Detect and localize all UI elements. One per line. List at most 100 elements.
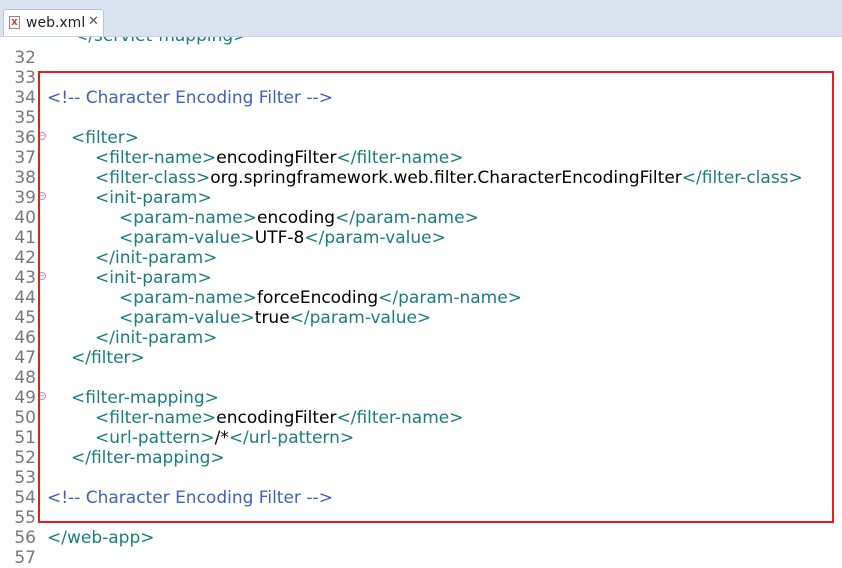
xml-text: forceEncoding — [257, 288, 379, 308]
code-line: 52 </filter-mapping> — [0, 448, 842, 468]
xml-tag: <filter-class> — [95, 168, 211, 188]
code-content: <param-value>UTF-8</param-value> — [119, 228, 446, 248]
xml-tag: <param-name> — [119, 288, 258, 308]
code-line: 53 — [0, 468, 842, 488]
line-number: 46 — [14, 328, 36, 348]
fold-marker-icon[interactable]: − — [38, 272, 46, 280]
xml-text: org.springframework.web.filter.Character… — [210, 168, 682, 188]
line-number: 56 — [14, 528, 36, 548]
xml-tag: </param-name> — [335, 208, 479, 228]
xml-tag: </init-param> — [95, 248, 218, 268]
code-content: <filter-mapping> — [71, 388, 219, 408]
line-number: 55 — [14, 508, 36, 528]
close-tab-icon[interactable]: ✕ — [88, 14, 99, 29]
code-content: <filter-name>encodingFilter</filter-name… — [95, 148, 464, 168]
xml-file-icon: X — [9, 16, 20, 29]
code-content: <init-param> — [95, 188, 212, 208]
line-number: 36 — [14, 128, 36, 148]
xml-tag: <init-param> — [95, 268, 212, 288]
code-content: </filter> — [71, 348, 145, 368]
code-line: 45 <param-value>true</param-value> — [0, 308, 842, 328]
line-number: 33 — [14, 68, 36, 88]
xml-text: encodingFilter — [216, 408, 337, 428]
xml-tag: </filter-name> — [336, 408, 464, 428]
line-number: 40 — [14, 208, 36, 228]
code-line: 33 — [0, 68, 842, 88]
line-number: 38 — [14, 168, 36, 188]
code-line: 51 <url-pattern>/*</url-pattern> — [0, 428, 842, 448]
code-content: </init-param> — [95, 248, 217, 268]
code-line: 56 </web-app> — [0, 528, 842, 548]
code-line: 54 <!-- Character Encoding Filter --> — [0, 488, 842, 508]
line-number: 51 — [14, 428, 36, 448]
line-number: 44 — [14, 288, 36, 308]
xml-tag: </filter-mapping> — [71, 448, 225, 468]
code-editor[interactable]: 32 33 34 <!-- Character Encoding Filter -->… — [0, 37, 842, 568]
line-number: 41 — [14, 228, 36, 248]
code-content: </filter-mapping> — [71, 448, 225, 468]
xml-tag: <init-param> — [95, 188, 212, 208]
line-number: 57 — [14, 548, 36, 568]
tab-web-xml[interactable]: X web.xml ✕ — [3, 9, 104, 36]
code-content: <param-name>encoding</param-name> — [119, 208, 479, 228]
xml-text: UTF-8 — [254, 228, 305, 248]
xml-comment: <!-- Character Encoding Filter --> — [47, 488, 333, 508]
code-content: </init-param> — [95, 328, 217, 348]
code-line: 38 <filter-class>org.springframework.web.… — [0, 168, 842, 188]
line-number: 49 — [14, 388, 36, 408]
code-line: 46 </init-param> — [0, 328, 842, 348]
xml-tag: </url-pattern> — [228, 428, 355, 448]
fold-marker-icon[interactable]: − — [38, 132, 46, 140]
line-number: 32 — [14, 48, 36, 68]
code-content: <!-- Character Encoding Filter --> — [47, 488, 333, 508]
xml-tag: </filter> — [71, 348, 145, 368]
code-line: 43− <init-param> — [0, 268, 842, 288]
code-line: 40 <param-name>encoding</param-name> — [0, 208, 842, 228]
code-content: <init-param> — [95, 268, 212, 288]
line-number: 43 — [14, 268, 36, 288]
code-content: <param-value>true</param-value> — [119, 308, 431, 328]
fold-marker-icon[interactable]: − — [38, 392, 46, 400]
xml-tag: <filter> — [71, 128, 140, 148]
xml-text: /* — [214, 428, 229, 448]
line-number: 45 — [14, 308, 36, 328]
code-line: 35 — [0, 108, 842, 128]
tab-label: web.xml — [26, 15, 86, 31]
code-line: 48 — [0, 368, 842, 388]
xml-tag: <filter-name> — [95, 148, 217, 168]
xml-tag: </init-param> — [95, 328, 218, 348]
code-line: 32 — [0, 48, 842, 68]
code-content: <url-pattern>/*</url-pattern> — [95, 428, 354, 448]
line-number: 37 — [14, 148, 36, 168]
xml-tag: </param-value> — [304, 228, 446, 248]
line-number: 47 — [14, 348, 36, 368]
code-line: 39− <init-param> — [0, 188, 842, 208]
line-number: 52 — [14, 448, 36, 468]
code-line: 34 <!-- Character Encoding Filter --> — [0, 88, 842, 108]
xml-tag: </param-value> — [289, 308, 432, 328]
line-number: 53 — [14, 468, 36, 488]
line-number: 50 — [14, 408, 36, 428]
xml-tag: <filter-mapping> — [71, 388, 219, 408]
xml-text: encoding — [257, 208, 336, 228]
xml-text: true — [254, 308, 290, 328]
xml-tag: <param-value> — [119, 308, 255, 328]
line-number: 48 — [14, 368, 36, 388]
code-line: 47 </filter> — [0, 348, 842, 368]
code-line: 50 <filter-name>encodingFilter</filter-na… — [0, 408, 842, 428]
line-number: 34 — [14, 88, 36, 108]
code-content: <!-- Character Encoding Filter --> — [47, 88, 333, 108]
line-number: 39 — [14, 188, 36, 208]
code-content: <filter> — [71, 128, 139, 148]
code-content: <filter-name>encodingFilter</filter-name… — [95, 408, 464, 428]
code-line: 37 <filter-name>encodingFilter</filter-na… — [0, 148, 842, 168]
xml-comment: <!-- Character Encoding Filter --> — [47, 88, 333, 108]
xml-text: encodingFilter — [216, 148, 337, 168]
code-line: 42 </init-param> — [0, 248, 842, 268]
code-line: 55 — [0, 508, 842, 528]
xml-tag: </web-app> — [47, 528, 155, 548]
xml-tag: <url-pattern> — [95, 428, 215, 448]
xml-tag: </filter-class> — [681, 168, 803, 188]
fold-marker-icon[interactable]: − — [38, 192, 46, 200]
code-line: 44 <param-name>forceEncoding</param-name> — [0, 288, 842, 308]
